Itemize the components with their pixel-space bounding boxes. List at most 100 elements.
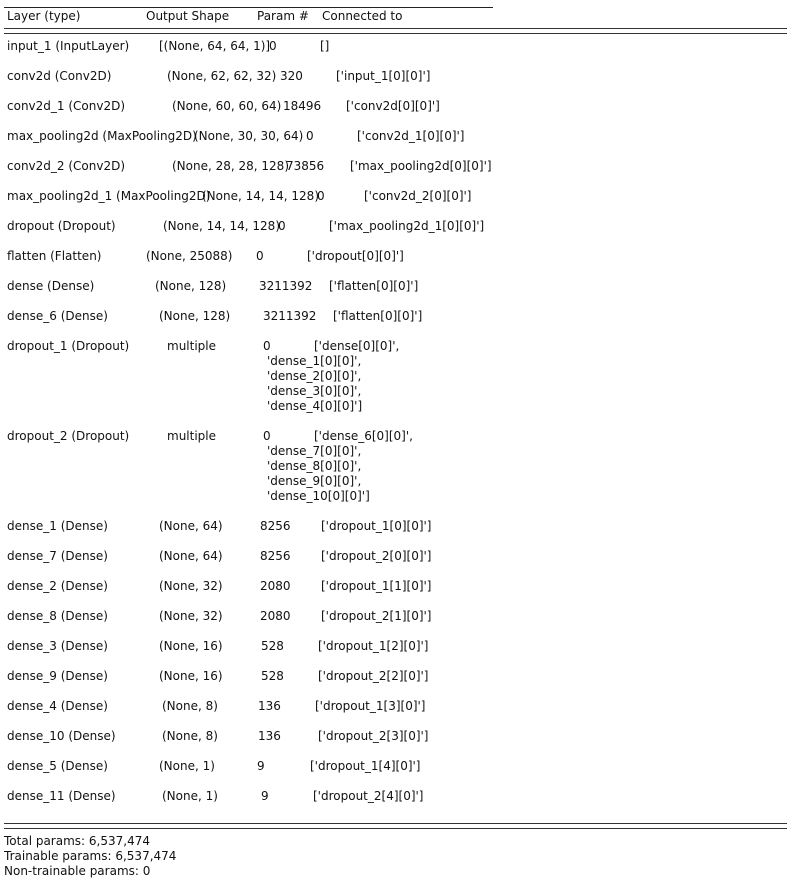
output-shape: (None, 128) xyxy=(159,309,231,323)
model-summary: { "header": { "layer": "Layer (type)", "… xyxy=(0,0,810,894)
connected-to: [] xyxy=(320,39,330,53)
param-count: 73856 xyxy=(286,159,325,173)
layer-name: dense_6 (Dense) xyxy=(7,309,108,323)
connected-to: ['dropout_1[2][0]'] xyxy=(318,639,429,653)
connected-to: ['dropout_2[1][0]'] xyxy=(321,609,432,623)
param-count: 2080 xyxy=(260,579,291,593)
layer-name: dense_3 (Dense) xyxy=(7,639,108,653)
param-count: 9 xyxy=(261,789,269,803)
layer-name: conv2d_2 (Conv2D) xyxy=(7,159,126,173)
connected-to: ['max_pooling2d[0][0]'] xyxy=(350,159,492,173)
output-shape: (None, 16) xyxy=(159,669,223,683)
connected-to: ['flatten[0][0]'] xyxy=(333,309,423,323)
connected-to: 'dense_9[0][0]', xyxy=(267,474,362,488)
output-shape: (None, 30, 30, 64) xyxy=(194,129,304,143)
connected-to: ['dropout_2[2][0]'] xyxy=(318,669,429,683)
connected-to: ['conv2d_1[0][0]'] xyxy=(357,129,465,143)
non-trainable-params: Non-trainable params: 0 xyxy=(4,864,151,878)
connected-to: ['input_1[0][0]'] xyxy=(336,69,431,83)
connected-to: ['dropout_2[4][0]'] xyxy=(313,789,424,803)
header-connected: Connected to xyxy=(322,9,403,23)
layer-name: dropout_2 (Dropout) xyxy=(7,429,130,443)
connected-to: 'dense_3[0][0]', xyxy=(267,384,362,398)
connected-to: ['flatten[0][0]'] xyxy=(329,279,419,293)
connected-to: ['dropout_1[1][0]'] xyxy=(321,579,432,593)
layer-name: dense_5 (Dense) xyxy=(7,759,108,773)
connected-to: ['conv2d[0][0]'] xyxy=(346,99,440,113)
param-count: 9 xyxy=(257,759,265,773)
layer-name: dense_9 (Dense) xyxy=(7,669,108,683)
output-shape: (None, 64) xyxy=(159,549,223,563)
output-shape: (None, 8) xyxy=(162,699,218,713)
connected-to: ['dropout[0][0]'] xyxy=(307,249,404,263)
layer-name: dense_2 (Dense) xyxy=(7,579,108,593)
output-shape: (None, 128) xyxy=(155,279,227,293)
param-count: 0 xyxy=(306,129,314,143)
connected-to: 'dense_4[0][0]'] xyxy=(267,399,363,413)
layer-name: dense_11 (Dense) xyxy=(7,789,116,803)
output-shape: (None, 64) xyxy=(159,519,223,533)
output-shape: (None, 62, 62, 32) xyxy=(167,69,277,83)
layer-name: max_pooling2d (MaxPooling2D) xyxy=(7,129,197,143)
connected-to: ['dropout_1[3][0]'] xyxy=(315,699,426,713)
output-shape: (None, 1) xyxy=(162,789,218,803)
connected-to: ['max_pooling2d_1[0][0]'] xyxy=(329,219,485,233)
output-shape: (None, 28, 28, 128) xyxy=(172,159,289,173)
layer-name: dense_8 (Dense) xyxy=(7,609,108,623)
layer-name: dense_7 (Dense) xyxy=(7,549,108,563)
output-shape: (None, 14, 14, 128) xyxy=(202,189,319,203)
header-top-rule xyxy=(4,7,493,8)
layer-name: conv2d_1 (Conv2D) xyxy=(7,99,126,113)
connected-to: 'dense_10[0][0]'] xyxy=(267,489,370,503)
trainable-params: Trainable params: 6,537,474 xyxy=(4,849,177,863)
connected-to: 'dense_1[0][0]', xyxy=(267,354,362,368)
connected-to: ['dense_6[0][0]', xyxy=(314,429,413,443)
layer-name: flatten (Flatten) xyxy=(7,249,102,263)
output-shape: (None, 32) xyxy=(159,609,223,623)
param-count: 8256 xyxy=(260,519,291,533)
output-shape: [(None, 64, 64, 1)] xyxy=(159,39,271,53)
layer-name: dense_10 (Dense) xyxy=(7,729,116,743)
param-count: 0 xyxy=(256,249,264,263)
output-shape: (None, 14, 14, 128) xyxy=(163,219,280,233)
output-shape: (None, 32) xyxy=(159,579,223,593)
param-count: 0 xyxy=(278,219,286,233)
connected-to: ['dropout_2[3][0]'] xyxy=(318,729,429,743)
layer-name: dropout (Dropout) xyxy=(7,219,116,233)
header-output-shape: Output Shape xyxy=(146,9,230,23)
footer-double-rule xyxy=(4,823,787,829)
param-count: 136 xyxy=(258,729,281,743)
param-count: 3211392 xyxy=(263,309,317,323)
layer-name: dense_1 (Dense) xyxy=(7,519,108,533)
layer-name: dropout_1 (Dropout) xyxy=(7,339,130,353)
param-count: 320 xyxy=(280,69,303,83)
connected-to: ['dropout_1[4][0]'] xyxy=(310,759,421,773)
layer-name: dense_4 (Dense) xyxy=(7,699,108,713)
param-count: 0 xyxy=(269,39,277,53)
output-shape: (None, 25088) xyxy=(146,249,233,263)
output-shape: (None, 1) xyxy=(159,759,215,773)
connected-to: 'dense_7[0][0]', xyxy=(267,444,362,458)
layer-name: dense (Dense) xyxy=(7,279,95,293)
connected-to: 'dense_2[0][0]', xyxy=(267,369,362,383)
param-count: 8256 xyxy=(260,549,291,563)
connected-to: ['dropout_2[0][0]'] xyxy=(321,549,432,563)
param-count: 528 xyxy=(261,639,284,653)
layer-name: max_pooling2d_1 (MaxPooling2D) xyxy=(7,189,211,203)
output-shape: multiple xyxy=(167,339,217,353)
connected-to: 'dense_8[0][0]', xyxy=(267,459,362,473)
param-count: 3211392 xyxy=(259,279,313,293)
param-count: 2080 xyxy=(260,609,291,623)
header-param: Param # xyxy=(257,9,309,23)
param-count: 0 xyxy=(263,429,271,443)
param-count: 18496 xyxy=(283,99,322,113)
output-shape: (None, 8) xyxy=(162,729,218,743)
connected-to: ['dropout_1[0][0]'] xyxy=(321,519,432,533)
output-shape: multiple xyxy=(167,429,217,443)
connected-to: ['dense[0][0]', xyxy=(314,339,400,353)
layer-name: conv2d (Conv2D) xyxy=(7,69,112,83)
param-count: 0 xyxy=(263,339,271,353)
param-count: 136 xyxy=(258,699,281,713)
param-count: 528 xyxy=(261,669,284,683)
connected-to: ['conv2d_2[0][0]'] xyxy=(364,189,472,203)
